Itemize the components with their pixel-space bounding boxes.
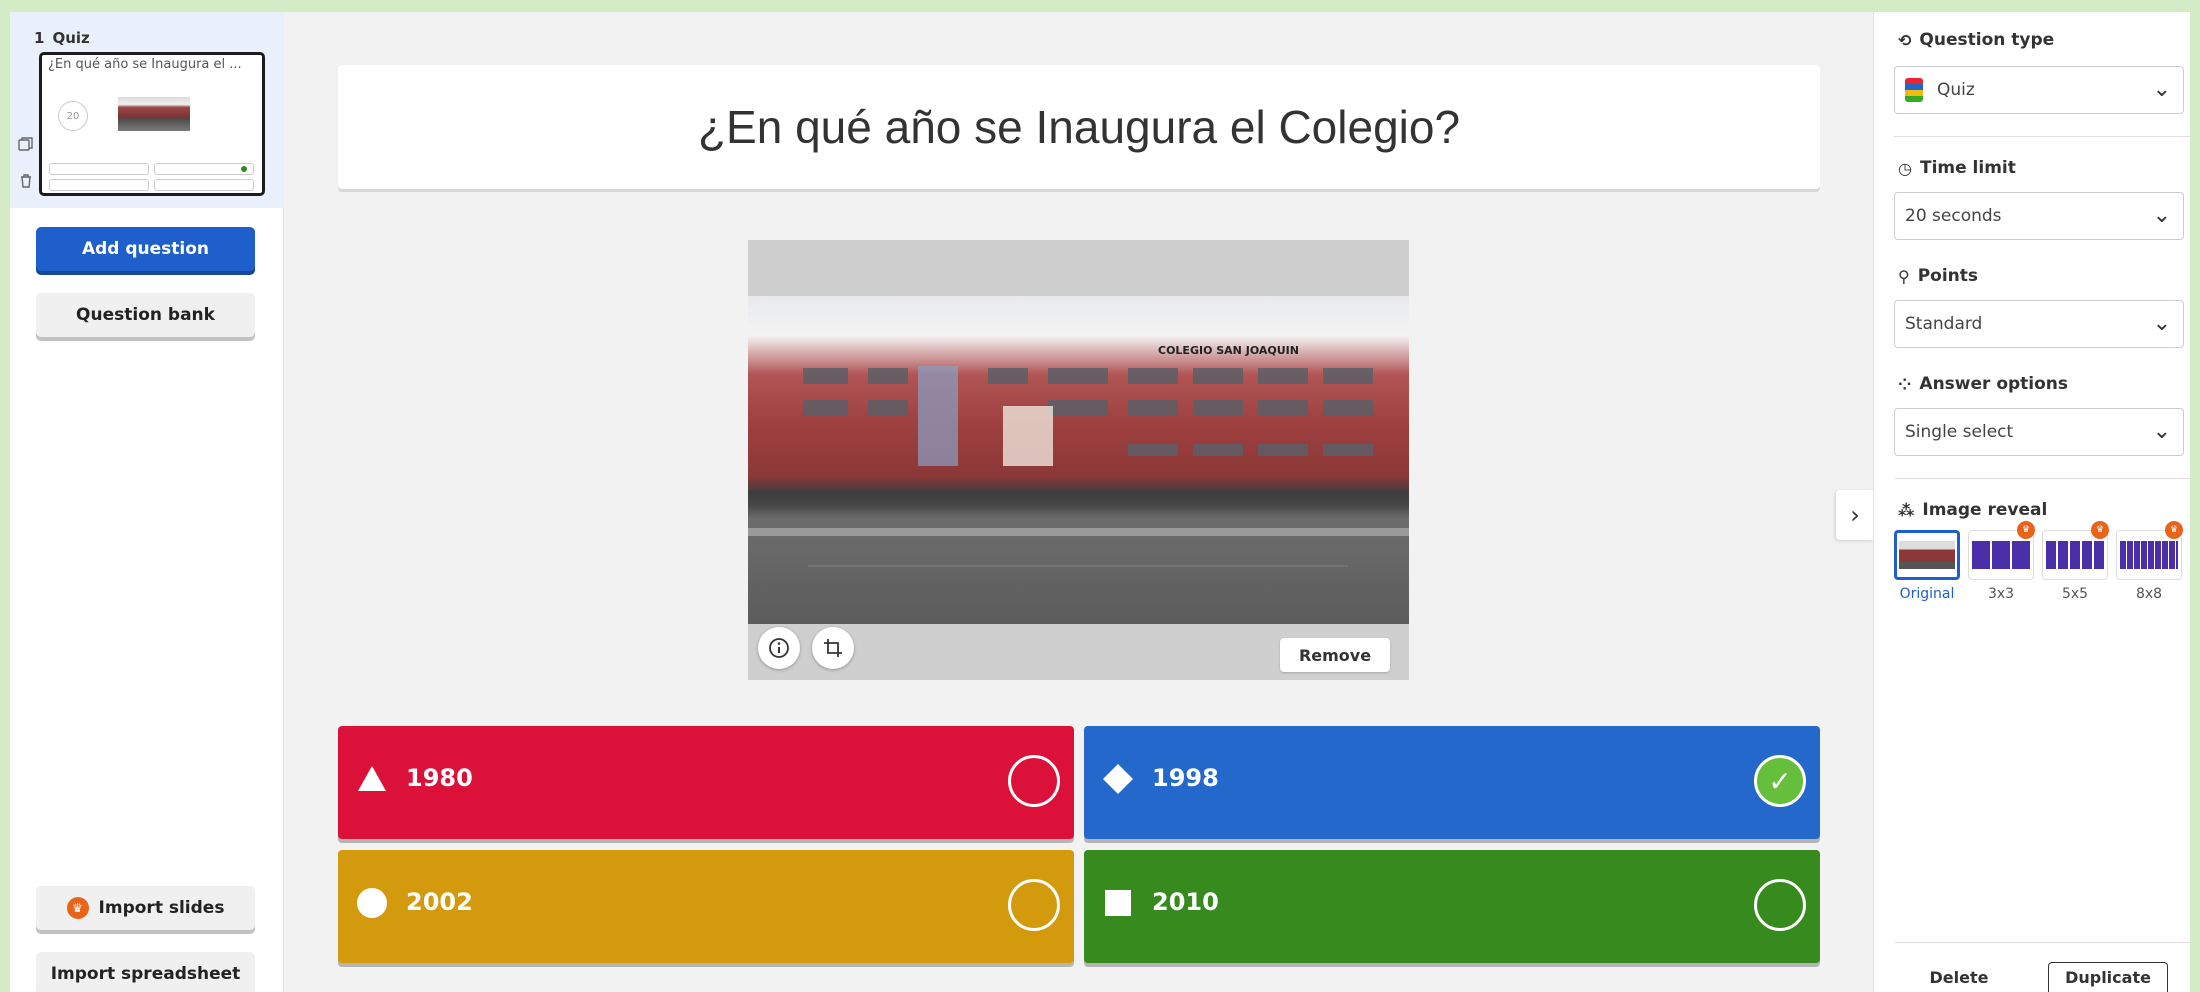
answer-options-value: Single select — [1905, 422, 2014, 442]
time-limit-select[interactable]: 20 seconds ⌄ — [1894, 192, 2184, 240]
delete-button[interactable]: Delete — [1914, 962, 2004, 992]
square-icon — [1105, 890, 1131, 916]
answer-option-2[interactable]: 1998 ✓ — [1084, 726, 1820, 839]
question-media: COLEGIO SAN JOAQUIN Remove — [748, 240, 1409, 680]
answer-options-label: ⁘ Answer options — [1898, 374, 2069, 394]
chevron-down-icon: ⌄ — [2152, 419, 2171, 444]
magic-wand-icon: ⁂ — [1898, 500, 1915, 520]
answer-text[interactable]: 1980 — [406, 764, 473, 792]
slide-sidebar: 1 Quiz ¿En qué año se Inaugura el ... 20 … — [10, 12, 284, 992]
thumb-answer — [154, 179, 254, 191]
divider — [1894, 136, 2191, 137]
mark-correct-toggle[interactable] — [1008, 879, 1060, 931]
slide-header: 1 Quiz — [34, 29, 98, 47]
image-reveal-label: ⁂ Image reveal — [1898, 500, 2048, 520]
thumb-title: ¿En qué año se Inaugura el ... — [48, 57, 242, 72]
answer-text[interactable]: 2002 — [406, 888, 473, 916]
thumb-image — [118, 97, 190, 131]
divider — [1894, 478, 2191, 479]
import-slides-label: Import slides — [98, 898, 225, 918]
chevron-down-icon: ⌄ — [2152, 203, 2171, 228]
import-slides-button[interactable]: ♛ Import slides — [36, 886, 255, 930]
slide-thumbnail[interactable]: ¿En qué año se Inaugura el ... 20 — [39, 52, 265, 196]
import-spreadsheet-button[interactable]: Import spreadsheet — [36, 952, 255, 992]
reveal-thumb: ♛ — [2042, 521, 2109, 580]
answer-option-3[interactable]: 2002 — [338, 850, 1074, 963]
duplicate-button[interactable]: Duplicate — [2048, 962, 2168, 992]
divider — [1894, 942, 2191, 943]
thumb-answer — [49, 163, 149, 175]
points-label: ⚲ Points — [1898, 266, 1979, 286]
question-type-icon: ⟲ — [1898, 30, 1912, 50]
answer-text[interactable]: 2010 — [1152, 888, 1219, 916]
reveal-option-label: 3x3 — [1987, 586, 2015, 602]
photo-sign: COLEGIO SAN JOAQUIN — [1158, 344, 1299, 357]
thumb-answer — [49, 179, 149, 191]
info-icon[interactable] — [758, 627, 800, 669]
answer-option-1[interactable]: 1980 — [338, 726, 1074, 839]
chevron-down-icon: ⌄ — [2152, 77, 2171, 102]
mark-correct-toggle[interactable] — [1754, 879, 1806, 931]
crop-icon[interactable] — [812, 627, 854, 669]
question-type-value: Quiz — [1937, 80, 1975, 100]
answer-options-select[interactable]: Single select ⌄ — [1894, 408, 2184, 456]
clock-icon: ◷ — [1898, 158, 1912, 178]
diamond-icon — [1103, 764, 1133, 794]
reveal-thumb: ♛ — [1968, 521, 2035, 580]
reveal-thumb — [1894, 530, 1960, 580]
thumb-timer: 20 — [58, 101, 88, 131]
delete-slide-icon[interactable] — [18, 173, 34, 189]
triangle-icon — [358, 766, 386, 791]
mark-correct-toggle[interactable] — [1008, 755, 1060, 807]
quiz-editor: 1 Quiz ¿En qué año se Inaugura el ... 20 … — [10, 12, 2191, 992]
quiz-icon — [1905, 78, 1923, 102]
reveal-option-original[interactable]: Original — [1894, 530, 1960, 602]
correct-check-icon[interactable]: ✓ — [1754, 755, 1806, 807]
add-question-button[interactable]: Add question — [36, 227, 255, 271]
answer-option-4[interactable]: 2010 — [1084, 850, 1820, 963]
medal-icon: ⚲ — [1898, 266, 1910, 286]
question-image: COLEGIO SAN JOAQUIN — [748, 296, 1409, 624]
slide-number: 1 — [34, 29, 45, 47]
question-type-label: ⟲ Question type — [1898, 30, 2055, 50]
reveal-option-label: Original — [1899, 586, 1955, 602]
crown-icon: ♛ — [2017, 521, 2035, 539]
question-type-select[interactable]: Quiz ⌄ — [1894, 66, 2184, 114]
question-title[interactable]: ¿En qué año se Inaugura el Colegio? — [698, 100, 1460, 154]
slide-type: Quiz — [52, 29, 90, 47]
reveal-option-label: 5x5 — [2061, 586, 2089, 602]
thumb-answer — [154, 163, 254, 175]
settings-panel: ⟲ Question type Quiz ⌄ ◷ Time limit 20 s… — [1873, 12, 2191, 992]
duplicate-slide-icon[interactable] — [18, 136, 34, 152]
crown-icon: ♛ — [66, 897, 89, 919]
points-select[interactable]: Standard ⌄ — [1894, 300, 2184, 348]
crown-icon: ♛ — [2165, 521, 2183, 539]
points-value: Standard — [1905, 314, 1983, 334]
circle-icon — [357, 888, 387, 918]
reveal-option-5x5[interactable]: ♛ 5x5 — [2042, 521, 2109, 602]
time-limit-label: ◷ Time limit — [1898, 158, 2016, 178]
grid-dots-icon: ⁘ — [1898, 374, 1912, 394]
reveal-option-label: 8x8 — [2135, 586, 2163, 602]
crown-icon: ♛ — [2091, 521, 2109, 539]
chevron-down-icon: ⌄ — [2152, 311, 2171, 336]
collapse-panel-button[interactable]: › — [1836, 490, 1874, 540]
reveal-option-3x3[interactable]: ♛ 3x3 — [1968, 521, 2035, 602]
thumb-correct-dot — [241, 166, 247, 172]
question-title-box[interactable]: ¿En qué año se Inaugura el Colegio? — [338, 65, 1820, 189]
reveal-thumb: ♛ — [2116, 521, 2183, 580]
question-bank-button[interactable]: Question bank — [36, 293, 255, 337]
reveal-option-8x8[interactable]: ♛ 8x8 — [2116, 521, 2183, 602]
chevron-right-icon: › — [1850, 501, 1860, 529]
answer-text[interactable]: 1998 — [1152, 764, 1219, 792]
time-limit-value: 20 seconds — [1905, 206, 2002, 226]
slide-list-item[interactable]: 1 Quiz ¿En qué año se Inaugura el ... 20 — [10, 12, 284, 208]
remove-media-button[interactable]: Remove — [1280, 638, 1390, 672]
